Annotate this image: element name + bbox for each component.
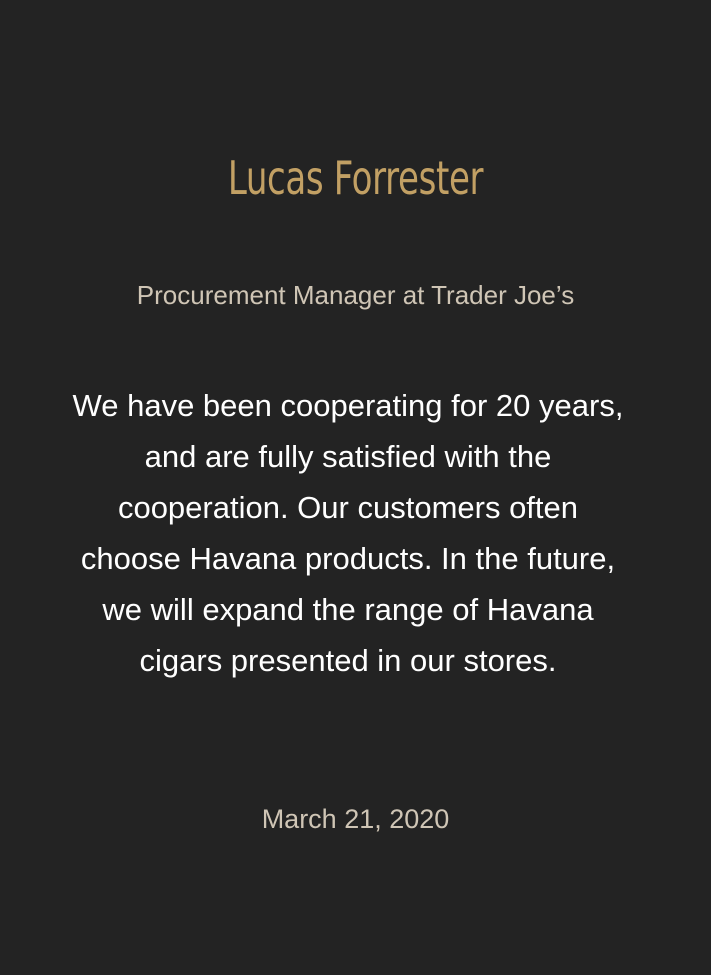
- testimonial-date: March 21, 2020: [261, 804, 450, 834]
- testimonial-card: Lucas Forrester Procurement Manager at T…: [0, 0, 711, 975]
- author-name: Lucas Forrester: [227, 151, 484, 205]
- testimonial-quote: We have been cooperating for 20 years, a…: [72, 388, 624, 678]
- author-role: Procurement Manager at Trader Joe’s: [136, 280, 575, 310]
